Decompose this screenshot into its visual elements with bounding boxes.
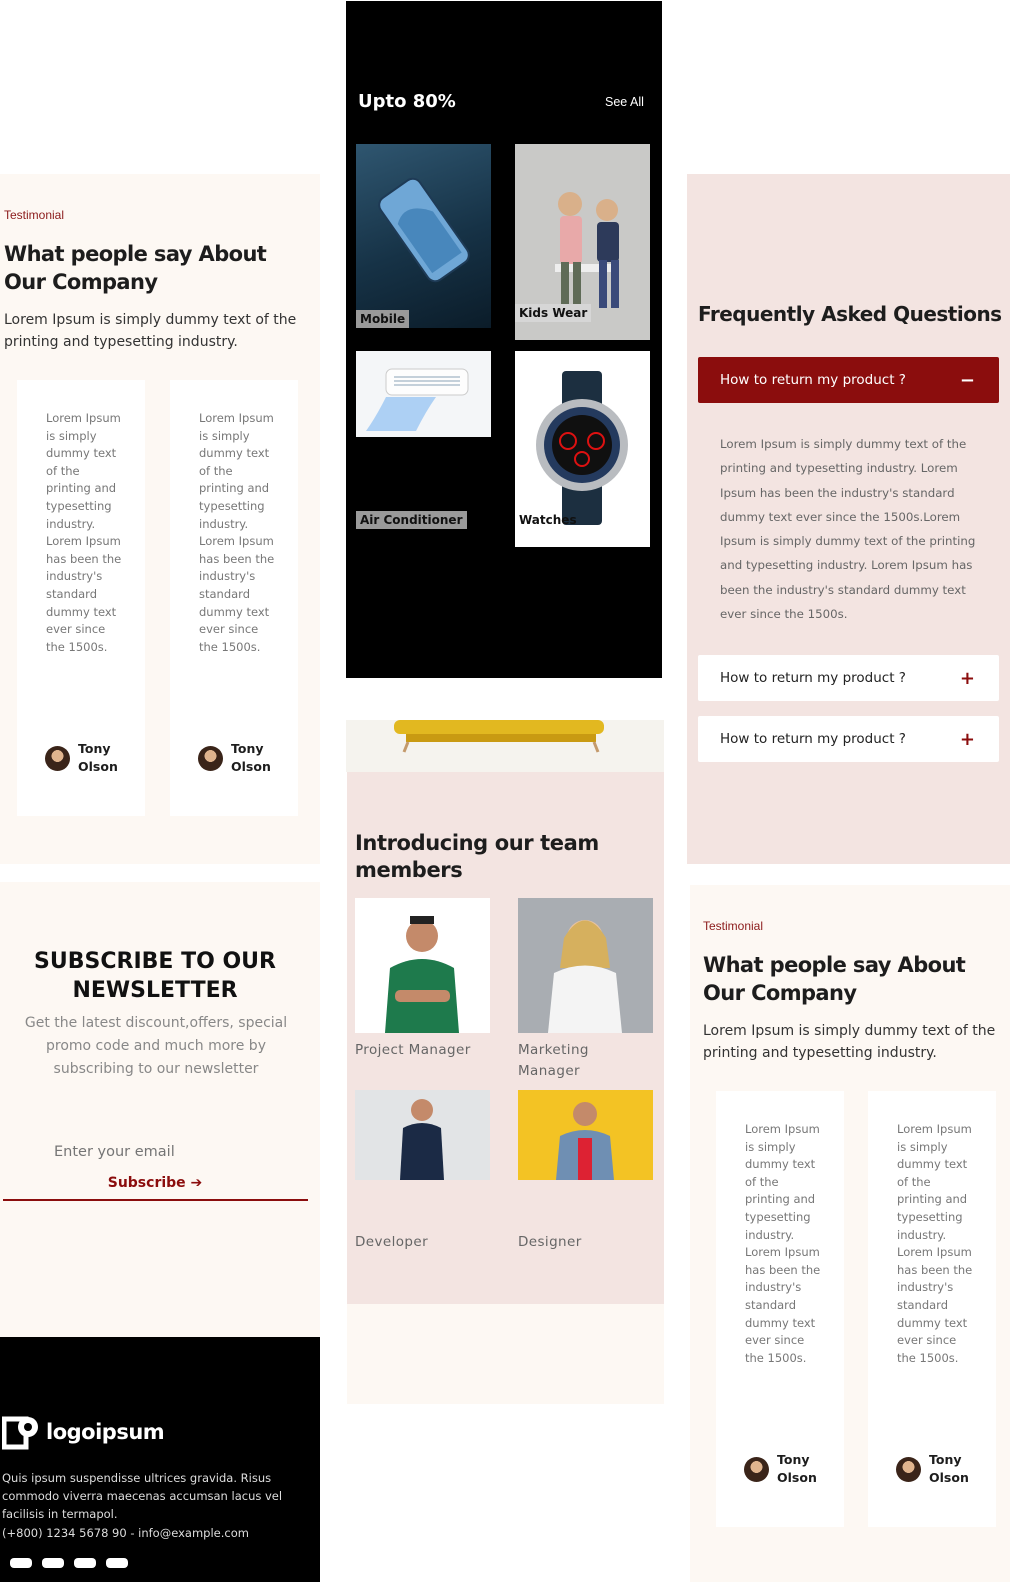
team-title: Introducing our team members — [355, 831, 599, 882]
tile-label: Air Conditioner — [356, 511, 467, 529]
testimonial-author: Tony Olson — [45, 740, 126, 776]
avatar — [744, 1456, 769, 1482]
subscribe-button[interactable]: Subscribe ➔ — [100, 1172, 210, 1194]
testimonial-card: Lorem Ipsum is simply dummy text of the … — [868, 1091, 996, 1527]
tile-label: Mobile — [356, 310, 410, 328]
team-photo-developer — [355, 1090, 490, 1180]
category-tile-watches[interactable]: Watches — [515, 351, 650, 547]
faq-question-text: How to return my product ? — [720, 372, 906, 388]
logo-icon — [2, 1416, 38, 1450]
testimonial-lead: Lorem Ipsum is simply dummy text of the … — [703, 1023, 996, 1061]
testimonial-quote: Lorem Ipsum is simply dummy text of the … — [897, 1122, 973, 1365]
team-section: Introducing our team members Project Man… — [347, 772, 664, 1304]
team-bottom-spacer — [347, 1304, 664, 1404]
footer-contact: (+800) 1234 5678 90 - info@example.com — [2, 1526, 249, 1540]
email-input[interactable] — [54, 1140, 274, 1164]
author-name: Tony Olson — [231, 741, 271, 774]
testimonial-quote: Lorem Ipsum is simply dummy text of the … — [46, 411, 122, 654]
testimonial-author: Tony Olson — [198, 740, 279, 776]
team-photo-designer — [518, 1090, 653, 1180]
plus-icon: + — [959, 728, 975, 750]
category-section: Upto 80% See All Mobile Kids Wear Air Co… — [346, 1, 662, 678]
category-tile-air-conditioner[interactable] — [356, 351, 491, 437]
testimonial-card: Lorem Ipsum is simply dummy text of the … — [170, 380, 298, 816]
testimonial-card: Lorem Ipsum is simply dummy text of the … — [17, 380, 145, 816]
faq-question[interactable]: How to return my product ? + — [698, 655, 999, 701]
social-icon[interactable] — [10, 1558, 32, 1568]
newsletter-section: SUBSCRIBE TO OUR NEWSLETTER Get the late… — [0, 882, 320, 1337]
tile-label: Watches — [519, 513, 577, 527]
author-name: Tony Olson — [78, 741, 118, 774]
category-tile-kids-wear[interactable]: Kids Wear — [515, 144, 650, 340]
newsletter-title: SUBSCRIBE TO OUR NEWSLETTER — [34, 949, 276, 1003]
faq-question[interactable]: How to return my product ? + — [698, 716, 999, 762]
email-underline — [3, 1199, 308, 1201]
team-role: Designer — [518, 1234, 582, 1250]
category-title: Upto 80% — [358, 91, 456, 112]
testimonial-section-right: Testimonial What people say About Our Co… — [690, 885, 1010, 1582]
team-photo-project-manager — [355, 898, 490, 1033]
testimonial-quote: Lorem Ipsum is simply dummy text of the … — [745, 1122, 821, 1365]
testimonial-author: Tony Olson — [744, 1451, 825, 1487]
team-role: Developer — [355, 1234, 429, 1250]
author-name: Tony Olson — [777, 1452, 817, 1485]
plus-icon: + — [959, 667, 975, 689]
testimonial-author: Tony Olson — [896, 1451, 977, 1487]
sofa-banner-strip — [346, 720, 664, 772]
faq-title: Frequently Asked Questions — [698, 302, 1002, 326]
team-role: Project Manager — [355, 1042, 471, 1058]
footer-description: Quis ipsum suspendisse ultrices gravida.… — [2, 1471, 283, 1521]
testimonial-lead: Lorem Ipsum is simply dummy text of the … — [4, 312, 297, 350]
social-icons — [10, 1558, 128, 1568]
testimonial-eyebrow: Testimonial — [703, 919, 764, 933]
avatar — [45, 745, 70, 771]
sofa-image — [394, 720, 604, 753]
air-conditioner-icon — [366, 368, 469, 431]
testimonial-quote: Lorem Ipsum is simply dummy text of the … — [199, 411, 275, 654]
testimonial-title: What people say About Our Company — [703, 953, 966, 1005]
logo-text: logoipsum — [46, 1420, 165, 1444]
faq-question-text: How to return my product ? — [720, 731, 906, 747]
author-name: Tony Olson — [929, 1452, 969, 1485]
testimonial-eyebrow: Testimonial — [4, 208, 65, 222]
testimonial-section-left: Testimonial What people say About Our Co… — [0, 174, 320, 864]
logo[interactable]: logoipsum — [2, 1413, 165, 1451]
team-role: Marketing Manager — [518, 1042, 589, 1079]
faq-answer: Lorem Ipsum is simply dummy text of the … — [720, 437, 976, 622]
testimonial-card: Lorem Ipsum is simply dummy text of the … — [716, 1091, 844, 1527]
social-icon[interactable] — [74, 1558, 96, 1568]
category-tile-mobile[interactable]: Mobile — [356, 144, 491, 328]
newsletter-subtitle: Get the latest discount,offers, special … — [24, 1015, 288, 1077]
avatar — [198, 745, 223, 771]
faq-section: Frequently Asked Questions How to return… — [687, 174, 1010, 864]
tile-label: Kids Wear — [515, 304, 592, 322]
footer: logoipsum Quis ipsum suspendisse ultrice… — [0, 1337, 320, 1582]
minus-icon: − — [959, 369, 975, 391]
social-icon[interactable] — [42, 1558, 64, 1568]
team-photo-marketing-manager — [518, 898, 653, 1033]
phone-icon — [378, 177, 470, 283]
testimonial-title: What people say About Our Company — [4, 242, 267, 294]
social-icon[interactable] — [106, 1558, 128, 1568]
see-all-link[interactable]: See All — [605, 95, 644, 109]
faq-question-open[interactable]: How to return my product ? − — [698, 357, 999, 403]
avatar — [896, 1456, 921, 1482]
faq-question-text: How to return my product ? — [720, 670, 906, 686]
